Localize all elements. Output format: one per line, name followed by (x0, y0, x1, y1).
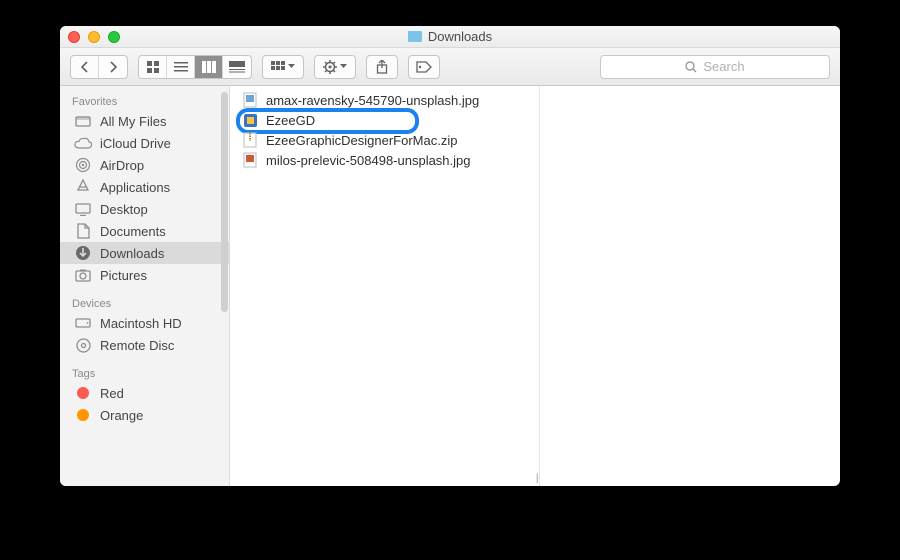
zoom-button[interactable] (108, 31, 120, 43)
window-title: Downloads (60, 29, 840, 44)
file-column: amax-ravensky-545790-unsplash.jpg EzeeGD… (230, 86, 540, 486)
window-body: Favorites All My Files iCloud Drive AirD… (60, 86, 840, 486)
sidebar-item-label: All My Files (100, 114, 166, 129)
sidebar-scrollbar[interactable] (221, 92, 228, 312)
sidebar-item-label: iCloud Drive (100, 136, 171, 151)
sidebar-item-all-my-files[interactable]: All My Files (60, 110, 229, 132)
list-view-button[interactable] (167, 56, 195, 78)
file-row[interactable]: amax-ravensky-545790-unsplash.jpg (230, 90, 539, 110)
airdrop-icon (74, 157, 92, 173)
file-name: EzeeGraphicDesignerForMac.zip (266, 133, 457, 148)
hdd-icon (74, 315, 92, 331)
sidebar-item-label: Desktop (100, 202, 148, 217)
preview-column (540, 86, 840, 486)
sidebar-item-label: Applications (100, 180, 170, 195)
all-my-files-icon (74, 113, 92, 129)
minimize-button[interactable] (88, 31, 100, 43)
nav-buttons (70, 55, 128, 79)
traffic-lights (68, 31, 120, 43)
file-name: milos-prelevic-508498-unsplash.jpg (266, 153, 471, 168)
arrange-button[interactable] (263, 56, 303, 78)
zip-file-icon (242, 132, 258, 148)
sidebar-item-label: Red (100, 386, 124, 401)
window-title-text: Downloads (428, 29, 492, 44)
sidebar-item-label: Remote Disc (100, 338, 174, 353)
sidebar-item-icloud[interactable]: iCloud Drive (60, 132, 229, 154)
sidebar-item-documents[interactable]: Documents (60, 220, 229, 242)
applications-icon (74, 179, 92, 195)
pictures-icon (74, 267, 92, 283)
sidebar-item-macintosh-hd[interactable]: Macintosh HD (60, 312, 229, 334)
folder-icon (408, 31, 422, 42)
finder-window: Downloads (60, 26, 840, 486)
tag-orange-icon (74, 407, 92, 423)
sidebar-item-pictures[interactable]: Pictures (60, 264, 229, 286)
action-button[interactable] (315, 56, 355, 78)
sidebar-item-tag-red[interactable]: Red (60, 382, 229, 404)
back-button[interactable] (71, 56, 99, 78)
file-row[interactable]: EzeeGD (230, 110, 539, 130)
image-file-icon (242, 92, 258, 108)
file-name: EzeeGD (266, 113, 315, 128)
search-placeholder: Search (703, 59, 744, 74)
close-button[interactable] (68, 31, 80, 43)
sidebar-item-airdrop[interactable]: AirDrop (60, 154, 229, 176)
tags-button[interactable] (408, 55, 440, 79)
sidebar-item-remote-disc[interactable]: Remote Disc (60, 334, 229, 356)
documents-icon (74, 223, 92, 239)
sidebar-item-downloads[interactable]: Downloads (60, 242, 229, 264)
sidebar-item-applications[interactable]: Applications (60, 176, 229, 198)
file-row[interactable]: EzeeGraphicDesignerForMac.zip (230, 130, 539, 150)
column-resize-handle[interactable]: || (536, 473, 537, 484)
tag-red-icon (74, 385, 92, 401)
coverflow-view-button[interactable] (223, 56, 251, 78)
file-row[interactable]: milos-prelevic-508498-unsplash.jpg (230, 150, 539, 170)
image-file-icon (242, 152, 258, 168)
arrange-group (262, 55, 304, 79)
sidebar-item-label: Macintosh HD (100, 316, 182, 331)
sidebar-section-tags: Tags (60, 364, 229, 382)
sidebar-section-devices: Devices (60, 294, 229, 312)
share-button[interactable] (366, 55, 398, 79)
column-view-button[interactable] (195, 56, 223, 78)
sidebar-section-favorites: Favorites (60, 92, 229, 110)
sidebar-item-label: Downloads (100, 246, 164, 261)
app-file-icon (242, 112, 258, 128)
sidebar-item-label: Pictures (100, 268, 147, 283)
search-field[interactable]: Search (600, 55, 830, 79)
search-icon (685, 61, 697, 73)
icon-view-button[interactable] (139, 56, 167, 78)
desktop-icon (74, 201, 92, 217)
forward-button[interactable] (99, 56, 127, 78)
sidebar: Favorites All My Files iCloud Drive AirD… (60, 86, 230, 486)
sidebar-item-label: Documents (100, 224, 166, 239)
file-name: amax-ravensky-545790-unsplash.jpg (266, 93, 479, 108)
downloads-icon (74, 245, 92, 261)
toolbar: Search (60, 48, 840, 86)
sidebar-item-label: AirDrop (100, 158, 144, 173)
titlebar: Downloads (60, 26, 840, 48)
view-mode-buttons (138, 55, 252, 79)
action-group (314, 55, 356, 79)
icloud-icon (74, 135, 92, 151)
sidebar-item-label: Orange (100, 408, 143, 423)
sidebar-item-desktop[interactable]: Desktop (60, 198, 229, 220)
remote-disc-icon (74, 337, 92, 353)
sidebar-item-tag-orange[interactable]: Orange (60, 404, 229, 426)
